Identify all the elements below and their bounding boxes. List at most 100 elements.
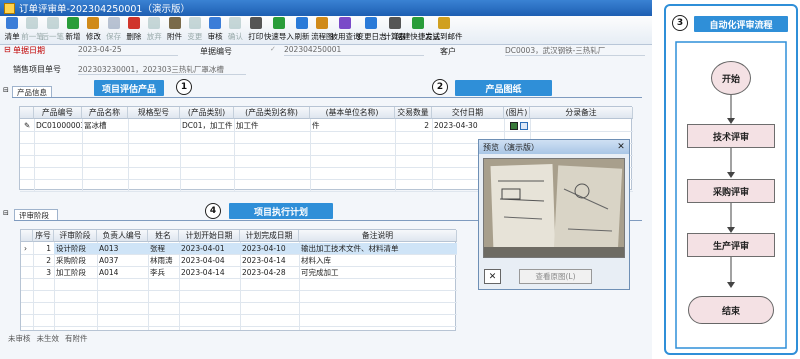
product-col-header[interactable]: (图片) <box>504 107 530 119</box>
toolbar-button-12[interactable]: 打印 <box>246 16 266 45</box>
product-cell-code[interactable]: DC01000003 <box>34 120 82 131</box>
edit-icon <box>87 17 100 29</box>
product-cell-date[interactable]: 2023-04-30 <box>432 120 504 131</box>
toolbar-button-4[interactable]: 修改 <box>83 16 103 45</box>
toolbar-button-2[interactable]: 后一笔 <box>42 16 64 45</box>
toolbar-button-16[interactable]: 被用查询 <box>330 16 360 45</box>
review-col-header[interactable]: 备注说明 <box>299 230 457 242</box>
preview-close-icon[interactable]: ✕ <box>616 142 626 152</box>
review-col-header[interactable]: 序号 <box>33 230 54 242</box>
review-cell-end[interactable]: 2023-04-14 <box>240 255 299 266</box>
review-cell-note[interactable]: 输出加工技术文件、材料清单 <box>299 243 457 254</box>
toolbar-button-14[interactable]: 刷新 <box>292 16 312 45</box>
review-cell-stage[interactable]: 采购阶段 <box>54 255 97 266</box>
review-cell-end[interactable]: 2023-04-10 <box>240 243 299 254</box>
review-col-header[interactable]: 评审阶段 <box>54 230 97 242</box>
product-col-header[interactable] <box>20 107 34 119</box>
product-col-header[interactable]: (产品类别) <box>180 107 234 119</box>
product-col-header[interactable]: 分录备注 <box>530 107 633 119</box>
app-icon <box>4 2 15 14</box>
product-col-header[interactable]: (产品类别名称) <box>234 107 310 119</box>
view-original-button[interactable]: 查看原图(L) <box>519 269 592 284</box>
preview-window: 预览（演示版） ✕ ✕ 查看原图(L) <box>478 139 630 290</box>
toolbar-label: 打印 <box>248 32 264 41</box>
confirm-icon <box>229 17 242 29</box>
product-cell-spec[interactable] <box>128 120 180 131</box>
toolbar-button-11[interactable]: 确认 <box>225 16 245 45</box>
drawing-image <box>483 158 625 258</box>
toolbar-label: 确认 <box>227 32 243 41</box>
toolbar-button-1[interactable]: 前一笔 <box>21 16 44 45</box>
flow-step-production: 生产评审 <box>687 233 775 257</box>
toolbar-label: 发送到邮件 <box>425 32 463 41</box>
collapse-product-icon[interactable]: ⊟ <box>3 86 9 94</box>
product-col-header[interactable]: 交付日期 <box>432 107 504 119</box>
review-col-header[interactable]: 计划完成日期 <box>240 230 299 242</box>
window-title: 订单评审单-202304250001（演示版） <box>19 4 190 15</box>
review-cell-seq[interactable]: 3 <box>33 267 54 278</box>
toolbar-label: 前一笔 <box>21 32 44 41</box>
drawing-thumbnail-icon[interactable] <box>508 120 530 131</box>
product-col-header[interactable]: (基本单位名称) <box>310 107 395 119</box>
toolbar-button-3[interactable]: 新增 <box>63 16 83 45</box>
review-col-header[interactable]: 负责人编号 <box>97 230 148 242</box>
toolbar-button-15[interactable]: 流程图 <box>311 16 334 45</box>
tab-review-stage[interactable]: 评审阶段 <box>14 209 58 220</box>
toolbar-button-7[interactable]: 放弃 <box>144 16 164 45</box>
customer-field[interactable]: DC0003，武汉钢铁-三热轧厂 <box>505 45 645 56</box>
toolbar-button-9[interactable]: 变更 <box>185 16 205 45</box>
toolbar-button-8[interactable]: 附件 <box>164 16 184 45</box>
product-cell-unit[interactable]: 件 <box>310 120 395 131</box>
tab-product-info[interactable]: 产品信息 <box>12 86 52 97</box>
product-col-header[interactable]: 规格型号 <box>128 107 180 119</box>
preview-delete-button[interactable]: ✕ <box>484 269 501 284</box>
review-cell-owner_code[interactable]: A037 <box>97 255 148 266</box>
row-pointer-icon: › <box>24 244 27 253</box>
product-cell-name[interactable]: 冨冰槽 <box>82 120 128 131</box>
grid-row-line <box>21 302 457 303</box>
sales-item-field[interactable]: 202303230001，202303三热轧厂罩冰槽 <box>78 64 246 75</box>
save-icon <box>107 17 120 29</box>
review-cell-stage[interactable]: 设计阶段 <box>54 243 97 254</box>
grid-row-line <box>20 131 633 132</box>
review-cell-start[interactable]: 2023-04-04 <box>179 255 240 266</box>
review-cell-start[interactable]: 2023-04-01 <box>179 243 240 254</box>
toolbar-button-10[interactable]: 审核 <box>205 16 225 45</box>
review-cell-owner_code[interactable]: A013 <box>97 243 148 254</box>
review-cell-name[interactable]: 张程 <box>148 243 179 254</box>
toolbar-label: 附件 <box>167 32 183 41</box>
product-col-header[interactable]: 产品名称 <box>82 107 128 119</box>
review-col-header[interactable]: 计划开始日期 <box>179 230 240 242</box>
review-cell-name[interactable]: 李兵 <box>148 267 179 278</box>
header-form: ⊟ 单据日期 2023-04-25 单据编号 ✓ 202304250001 客户… <box>0 45 652 85</box>
toolbar-button-17[interactable]: 变更日志 <box>356 16 386 45</box>
product-cell-qty[interactable]: 2 <box>395 120 432 131</box>
review-col-header[interactable] <box>21 230 33 242</box>
date-field[interactable]: 2023-04-25 <box>78 45 178 56</box>
collapse-review-icon[interactable]: ⊟ <box>3 209 9 217</box>
review-cell-seq[interactable]: 2 <box>33 255 54 266</box>
review-cell-stage[interactable]: 加工阶段 <box>54 267 97 278</box>
review-cell-name[interactable]: 林雨涛 <box>148 255 179 266</box>
product-cell-cat[interactable]: DC01，加工件 <box>180 120 234 131</box>
toolbar-button-13[interactable]: 快速导入 <box>264 16 294 45</box>
toolbar-button-6[interactable]: 删除 <box>124 16 144 45</box>
review-cell-owner_code[interactable]: A014 <box>97 267 148 278</box>
number-field[interactable]: 202304250001 <box>284 45 424 56</box>
undo-icon <box>148 17 161 29</box>
review-cell-start[interactable]: 2023-04-14 <box>179 267 240 278</box>
product-col-header[interactable]: 交易数量 <box>395 107 432 119</box>
attachment-icon <box>168 17 181 29</box>
review-cell-note[interactable]: 可完成加工 <box>299 267 457 278</box>
toolbar-button-0[interactable]: 清单 <box>2 16 22 45</box>
review-cell-note[interactable]: 材料入库 <box>299 255 457 266</box>
product-col-header[interactable]: 产品编号 <box>34 107 82 119</box>
review-cell-seq[interactable]: 1 <box>33 243 54 254</box>
toolbar-button-20[interactable]: 发送到邮件 <box>425 16 463 45</box>
review-col-header[interactable]: 姓名 <box>148 230 179 242</box>
toolbar-button-5[interactable]: 保存 <box>103 16 123 45</box>
product-cell-cat_name[interactable]: 加工件 <box>234 120 310 131</box>
shortcut-icon <box>411 17 424 29</box>
review-cell-end[interactable]: 2023-04-28 <box>240 267 299 278</box>
status-item: 未生效 <box>36 334 60 343</box>
